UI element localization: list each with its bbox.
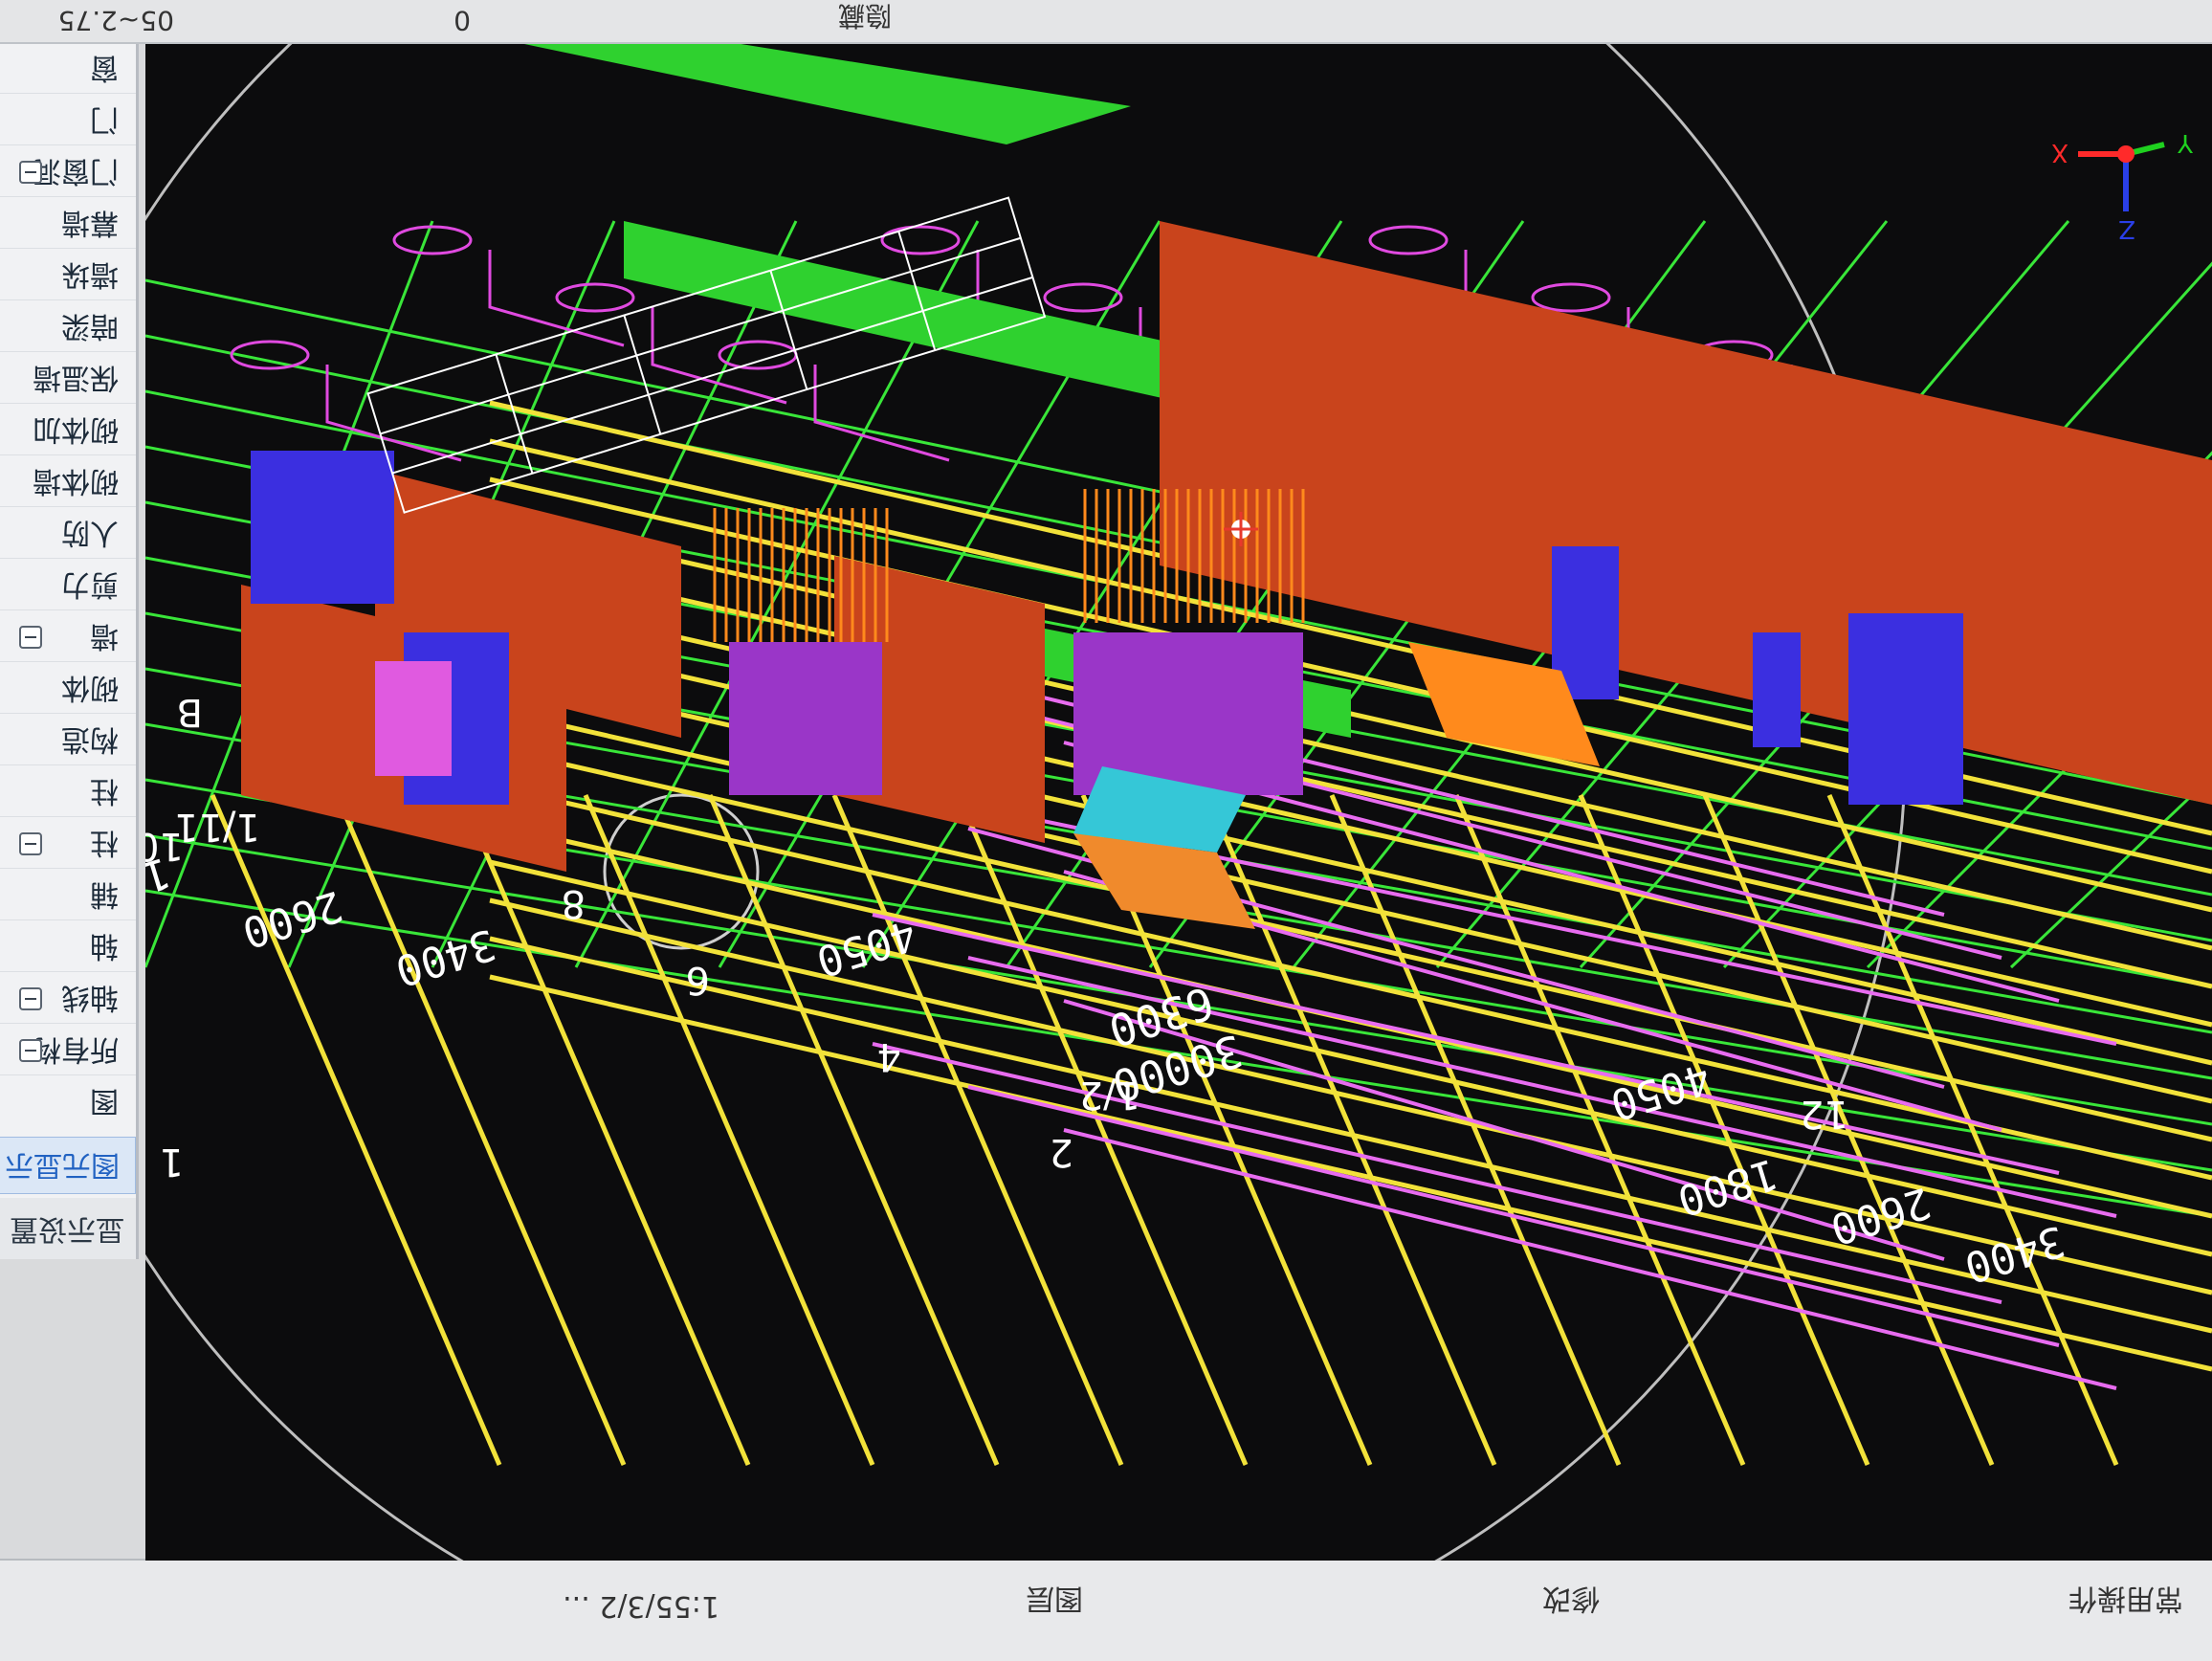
leader-line bbox=[813, 365, 950, 462]
leader-bubble bbox=[880, 225, 961, 255]
collapse-toggle-icon[interactable] bbox=[19, 832, 42, 855]
tree-row[interactable]: 门 bbox=[0, 93, 136, 144]
window-5-glass bbox=[375, 661, 413, 776]
leader-bubble bbox=[1368, 225, 1449, 255]
tree-row-label: 所有构 bbox=[33, 1032, 119, 1066]
beam-line-cross bbox=[707, 794, 1000, 1466]
balcony-opening-2 bbox=[729, 642, 882, 795]
tree-row-label: 柱 bbox=[90, 826, 119, 859]
tree-row[interactable]: 墙 bbox=[0, 609, 136, 660]
rebar-line bbox=[1063, 1128, 2117, 1390]
axis-gizmo-z: Z bbox=[2118, 214, 2135, 243]
tree-row[interactable]: 墙垛 bbox=[0, 248, 136, 299]
beam-line bbox=[489, 859, 2212, 1257]
hidden-label: 隐藏 bbox=[837, 0, 892, 32]
tree-row[interactable]: 砌体墙 bbox=[0, 454, 136, 505]
tree-row[interactable]: 柱 bbox=[0, 816, 136, 867]
status-item-layer[interactable]: 图层 bbox=[1026, 1581, 1083, 1623]
status-item-coords: 1:55/3/2 ... bbox=[563, 1589, 719, 1623]
dimension-near: 4050 bbox=[810, 909, 921, 986]
window-2 bbox=[1753, 632, 1801, 747]
axis-label: 6 bbox=[686, 958, 710, 1002]
collapse-toggle-icon[interactable] bbox=[19, 987, 42, 1010]
beam-line-cross bbox=[583, 794, 875, 1466]
tree-row[interactable]: 砌体 bbox=[0, 661, 136, 712]
tree-row[interactable]: 轴 bbox=[0, 919, 136, 970]
tree-row-label: 门窗洞 bbox=[33, 154, 119, 188]
scale-readout: 05~2.75 bbox=[57, 5, 174, 36]
top-info-bar: 05~2.75 0 隐藏 bbox=[0, 0, 2212, 44]
axis-label: 4 bbox=[877, 1034, 901, 1078]
axis-label: 1/2 bbox=[1079, 1073, 1140, 1117]
tab-element-display[interactable]: 图元显示 bbox=[0, 1137, 136, 1194]
collapse-toggle-icon[interactable] bbox=[19, 1039, 42, 1062]
axis-label: B bbox=[177, 690, 203, 734]
beam-line bbox=[489, 897, 2212, 1296]
tree-row[interactable]: 砌体加 bbox=[0, 403, 136, 454]
tree-row[interactable]: 柱 bbox=[0, 764, 136, 815]
axis-label: 1/11 bbox=[174, 805, 260, 849]
tree-row[interactable]: 辅 bbox=[0, 868, 136, 919]
dimension-far: 4050 bbox=[1604, 1052, 1715, 1129]
tree-row-label: 人防 bbox=[61, 516, 119, 549]
tree-row[interactable]: 图 bbox=[0, 1074, 136, 1125]
app-root: 常用操作 修改 图层 1:55/3/2 ... 3400 2600 1800 4… bbox=[0, 0, 2212, 1661]
status-item-common-ops[interactable]: 常用操作 bbox=[2068, 1581, 2183, 1623]
tree-row-label: 墙垛 bbox=[61, 257, 119, 291]
tree-row[interactable]: 暗梁 bbox=[0, 299, 136, 350]
axis-label: 2 bbox=[1050, 1130, 1073, 1174]
tree-row-label: 图 bbox=[90, 1084, 119, 1118]
collapse-toggle-icon[interactable] bbox=[19, 161, 42, 184]
display-settings-panel: 显示设置 图元显示 图所有构 轴线轴辅柱柱构造 砌体墙剪力 人防 砌体墙 砌体加 保温墙 暗梁… bbox=[0, 0, 139, 1259]
tree-row-label: 辅 bbox=[90, 877, 119, 911]
tree-row-label: 构造 bbox=[61, 722, 119, 756]
tree-row-label: 砌体加 bbox=[33, 412, 119, 446]
tree-row-label: 幕墙 bbox=[61, 206, 119, 239]
screen-rotated: 常用操作 修改 图层 1:55/3/2 ... 3400 2600 1800 4… bbox=[0, 0, 2212, 1661]
beam-line-cross bbox=[458, 794, 751, 1466]
axis-label: 12 bbox=[1800, 1092, 1848, 1136]
tree-row-label: 砌体墙 bbox=[33, 464, 119, 498]
axis-gizmo: X Y Z bbox=[2051, 128, 2194, 243]
tree-row-label: 窗 bbox=[90, 51, 119, 84]
axis-gizmo-y: Y bbox=[2178, 128, 2194, 157]
tree-row-label: 保温墙 bbox=[33, 361, 119, 394]
tree-row[interactable]: 轴线 bbox=[0, 971, 136, 1022]
tree-row-label: 柱 bbox=[90, 774, 119, 808]
tree-row-label: 墙 bbox=[90, 619, 119, 653]
value-readout: 0 bbox=[453, 5, 471, 36]
axis-label: 1 bbox=[160, 1140, 184, 1184]
leader-bubble bbox=[555, 282, 635, 313]
tree-row[interactable]: 门窗洞 bbox=[0, 144, 136, 195]
tree-row[interactable]: 幕墙 bbox=[0, 196, 136, 247]
tree-row-label: 门 bbox=[90, 102, 119, 136]
tree-row-label: 剪力 bbox=[61, 567, 119, 601]
leader-bubble bbox=[1531, 282, 1611, 313]
tree-row-label: 轴 bbox=[90, 929, 119, 963]
tree-row-label: 轴线 bbox=[61, 981, 119, 1014]
dimension-far: 1800 bbox=[1671, 1148, 1782, 1225]
window-4-glass bbox=[413, 661, 452, 776]
tree-row-label: 暗梁 bbox=[61, 309, 119, 343]
status-bar: 常用操作 修改 图层 1:55/3/2 ... bbox=[0, 1559, 2212, 1661]
drawing-viewport[interactable]: 3400 2600 1800 4050 3400 2600 1800 4050 30000 630… bbox=[145, 0, 2212, 1561]
panel-title: 显示设置 bbox=[0, 1198, 136, 1259]
window-6 bbox=[251, 451, 394, 604]
tree-row[interactable]: 剪力 bbox=[0, 558, 136, 609]
tree-row[interactable]: 构造 bbox=[0, 713, 136, 764]
tree-row[interactable]: 窗 bbox=[0, 41, 136, 92]
model-3d-view[interactable]: 3400260018004050340026001800405030000630… bbox=[145, 0, 2212, 1561]
tree-row[interactable]: 保温墙 bbox=[0, 351, 136, 402]
leader-bubble bbox=[1043, 282, 1123, 313]
tree-row-label: 砌体 bbox=[61, 671, 119, 704]
status-item-modify[interactable]: 修改 bbox=[1542, 1581, 1600, 1623]
beam-line-cross bbox=[210, 794, 502, 1466]
window-1 bbox=[1848, 613, 1963, 805]
tree-row[interactable]: 所有构 bbox=[0, 1023, 136, 1074]
tree-row[interactable]: 人防 bbox=[0, 506, 136, 557]
axis-label: 8 bbox=[562, 881, 586, 925]
axis-gizmo-x: X bbox=[2051, 138, 2068, 166]
leader-bubble bbox=[392, 225, 473, 255]
collapse-toggle-icon[interactable] bbox=[19, 626, 42, 649]
